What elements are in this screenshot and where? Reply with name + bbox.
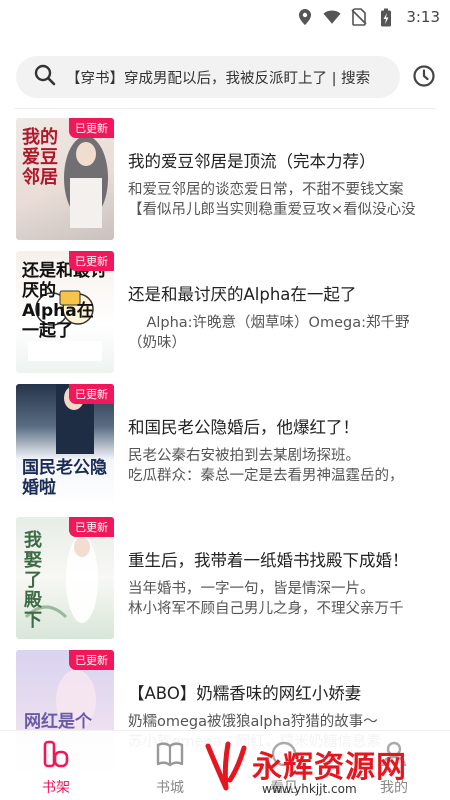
book-cover[interactable]: 国民老公隐婚啦 已更新 bbox=[16, 384, 114, 506]
book-item[interactable]: 国民老公隐婚啦 已更新 和国民老公隐婚后，他爆红了！ 民老公秦右安被拍到去某剧场… bbox=[0, 384, 450, 514]
book-item[interactable]: 我的爱豆邻居 已更新 我的爱豆邻居是顶流（完本力荐） 和爱豆邻居的谈恋爱日常，不… bbox=[0, 118, 450, 248]
book-cover[interactable]: 我娶了殿下 已更新 bbox=[16, 517, 114, 639]
wifi-icon bbox=[323, 8, 341, 26]
updated-badge: 已更新 bbox=[69, 118, 114, 138]
book-cover[interactable]: 还是和最讨厌的Alpha在一起了 已更新 bbox=[16, 251, 114, 373]
watermark: 永辉资源网 www.yhkjjt.com bbox=[200, 738, 450, 800]
history-clock-icon bbox=[412, 64, 436, 92]
search-row: 【穿书】穿成男配以后，我被反派盯上了 | 搜索 bbox=[0, 56, 450, 100]
battery-charging-icon bbox=[377, 8, 395, 26]
status-bar: 3:13 bbox=[0, 0, 450, 34]
book-item[interactable]: 我娶了殿下 已更新 重生后，我带着一纸婚书找殿下成婚！ 当年婚书，一字一句，皆是… bbox=[0, 517, 450, 647]
open-book-icon bbox=[155, 739, 185, 773]
no-sim-icon bbox=[350, 8, 368, 26]
book-cover[interactable]: 我的爱豆邻居 已更新 bbox=[16, 118, 114, 240]
history-button[interactable] bbox=[410, 64, 438, 92]
watermark-logo bbox=[204, 740, 250, 798]
nav-label: 书城 bbox=[156, 780, 184, 796]
book-description: 和爱豆邻居的谈恋爱日常，不甜不要钱文案 【看似吊儿郎当实则稳重爱豆攻×看似没心没 bbox=[128, 182, 416, 218]
search-bar[interactable]: 【穿书】穿成男配以后，我被反派盯上了 | 搜索 bbox=[16, 56, 400, 98]
book-item[interactable]: 还是和最讨厌的Alpha在一起了 已更新 还是和最讨厌的Alpha在一起了 Al… bbox=[0, 251, 450, 381]
cover-text: 还是和最讨厌的Alpha在一起了 bbox=[22, 261, 107, 341]
nav-tab-bookshelf[interactable]: 书架 bbox=[26, 739, 86, 797]
cover-text: 我娶了殿下 bbox=[24, 530, 42, 631]
book-description: Alpha:许晚意（烟草味）Omega:郑千野 （奶味） bbox=[128, 315, 410, 351]
nav-tab-bookstore[interactable]: 书城 bbox=[140, 739, 200, 797]
updated-badge: 已更新 bbox=[69, 517, 114, 537]
cover-text: 网红是个 bbox=[24, 712, 92, 732]
updated-badge: 已更新 bbox=[69, 650, 114, 670]
status-time: 3:13 bbox=[406, 8, 440, 26]
location-icon bbox=[296, 8, 314, 26]
book-title: 还是和最讨厌的Alpha在一起了 bbox=[128, 285, 357, 304]
nav-label: 书架 bbox=[42, 780, 70, 796]
search-icon bbox=[34, 64, 56, 90]
watermark-url: www.yhkjjt.com bbox=[262, 782, 357, 796]
book-title: 和国民老公隐婚后，他爆红了！ bbox=[128, 418, 359, 437]
bookshelf-icon bbox=[41, 739, 71, 773]
cover-text: 国民老公隐婚啦 bbox=[22, 458, 107, 498]
book-description: 民老公秦右安被拍到去某剧场探班。 吃瓜群众：秦总一定是去看男神温霆岳的， bbox=[128, 448, 404, 484]
book-title: 重生后，我带着一纸婚书找殿下成婚！ bbox=[128, 551, 409, 570]
cover-text: 我的爱豆邻居 bbox=[22, 127, 58, 188]
search-input[interactable]: 【穿书】穿成男配以后，我被反派盯上了 | 搜索 bbox=[66, 67, 370, 88]
book-title: 我的爱豆邻居是顶流（完本力荐） bbox=[128, 152, 376, 171]
book-title: 【ABO】奶糯香味的网红小娇妻 bbox=[128, 684, 362, 703]
divider bbox=[14, 108, 436, 109]
book-description: 当年婚书，一字一句，皆是情深一片。 林小将军不顾自己男儿之身，不理父亲万千 bbox=[128, 581, 404, 617]
updated-badge: 已更新 bbox=[69, 384, 114, 404]
updated-badge: 已更新 bbox=[69, 251, 114, 271]
watermark-text: 永辉资源网 bbox=[252, 750, 407, 785]
